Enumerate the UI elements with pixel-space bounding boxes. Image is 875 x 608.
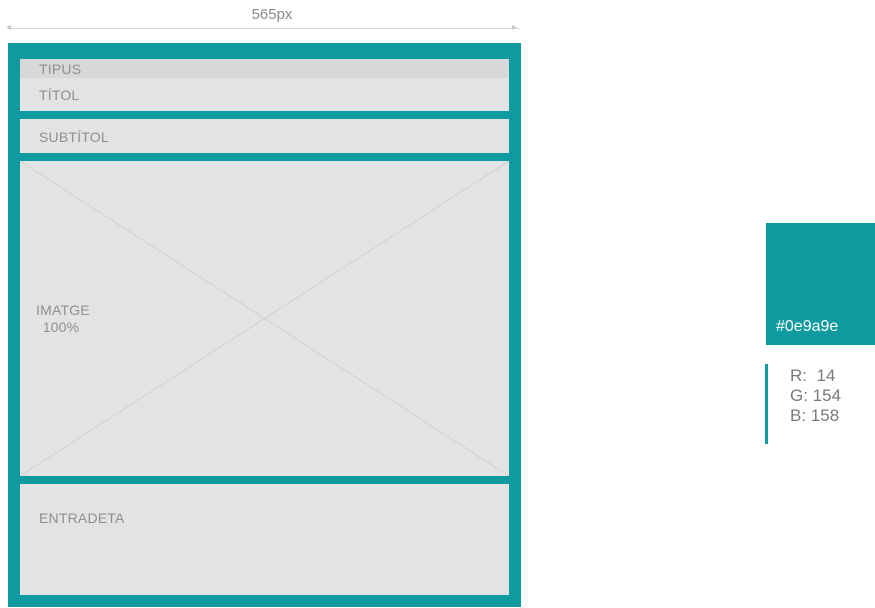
dimension-arrow-right-icon: ▸ [512,22,518,33]
titol-label: TÍTOL [39,87,80,103]
color-swatch: #0e9a9e [766,223,875,345]
imatge-label: IMATGE [36,302,90,318]
imatge-size-label: 100% [42,319,80,335]
width-dimension-line [8,28,520,29]
rgb-blue-value: B: 158 [790,406,840,425]
rgb-accent-bar [765,364,768,444]
tipus-block: TIPUS [20,59,509,78]
rgb-red-value: R: 14 [790,366,836,385]
image-placeholder: IMATGE 100% [20,161,509,476]
subtitol-label: SUBTÍTOL [39,129,109,145]
rgb-green-value: G: 154 [790,386,842,405]
width-dimension-label: 565px [251,6,293,23]
entradeta-label: ENTRADETA [39,510,125,526]
wireframe-frame: TIPUS TÍTOL SUBTÍTOL IMATGE 100% ENTRADE… [8,43,521,607]
swatch-hex-label: #0e9a9e [776,318,839,335]
imatge-label-group: IMATGE 100% [36,302,90,336]
tipus-label: TIPUS [39,61,82,77]
entradeta-block: ENTRADETA [20,484,509,595]
titol-block: TÍTOL [20,78,509,111]
dimension-arrow-left-icon: ◂ [6,22,12,33]
subtitol-block: SUBTÍTOL [20,119,509,153]
image-placeholder-cross-icon [20,161,509,476]
